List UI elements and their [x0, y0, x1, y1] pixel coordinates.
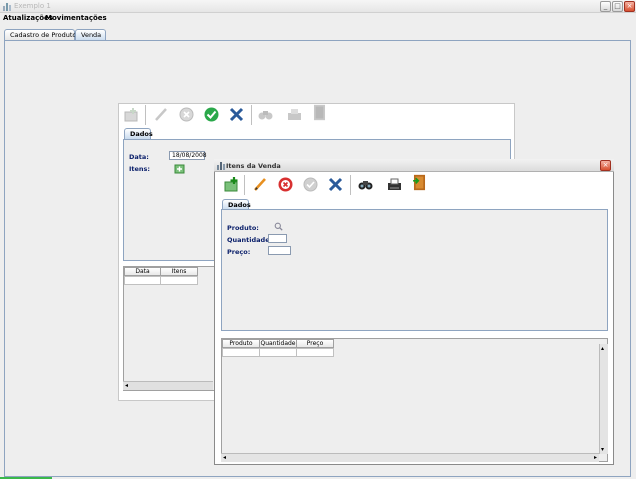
itens-horizontal-scrollbar[interactable]: ◂ ▸: [221, 453, 599, 462]
scroll-left-icon[interactable]: ◂: [125, 382, 128, 389]
toolbar-separator: [350, 175, 351, 195]
itens-label: Itens:: [129, 165, 151, 173]
itens-vertical-scrollbar[interactable]: ▴ ▾: [599, 344, 608, 454]
produto-label: Produto:: [227, 224, 259, 232]
itens-close-button[interactable]: ×: [600, 160, 611, 171]
maximize-button[interactable]: □: [612, 1, 623, 12]
venda-horizontal-scrollbar[interactable]: ◂: [123, 381, 213, 390]
table-row[interactable]: [222, 348, 260, 357]
print-icon[interactable]: [286, 106, 303, 123]
delete-icon[interactable]: [327, 176, 344, 193]
close-button[interactable]: ×: [624, 1, 635, 12]
itens-venda-titlebar: Itens da Venda ×: [214, 159, 614, 172]
confirm-icon[interactable]: [203, 106, 220, 123]
data-field[interactable]: 18/08/2008: [169, 151, 207, 160]
edit-icon[interactable]: [252, 176, 269, 193]
scroll-left-icon[interactable]: ◂: [223, 454, 226, 461]
table-row[interactable]: [296, 348, 334, 357]
tab-dados[interactable]: Dados: [124, 128, 153, 139]
new-icon[interactable]: [223, 176, 240, 193]
app-icon: [3, 3, 11, 11]
column-header-preco[interactable]: Preço: [296, 339, 334, 348]
edit-icon[interactable]: [153, 106, 170, 123]
toolbar-separator: [145, 105, 146, 125]
toolbar-separator: [251, 105, 252, 125]
itens-table: Produto Quantidade Preço: [221, 338, 608, 462]
delete-icon[interactable]: [228, 106, 245, 123]
print-icon[interactable]: [386, 176, 403, 193]
menu-bar: Atualizações Movimentações: [0, 13, 636, 24]
confirm-icon[interactable]: [302, 176, 319, 193]
new-icon[interactable]: [123, 106, 140, 123]
search-icon[interactable]: [274, 222, 283, 231]
column-header-quantidade[interactable]: Quantidade: [259, 339, 297, 348]
window-titlebar: Exemplo 1 _ □ ×: [0, 0, 636, 13]
scroll-up-icon[interactable]: ▴: [601, 345, 604, 352]
minimize-icon: _: [603, 2, 608, 10]
preco-field[interactable]: [268, 246, 291, 255]
maximize-icon: □: [614, 2, 621, 10]
menu-movimentacoes[interactable]: Movimentações: [45, 14, 107, 22]
cancel-icon[interactable]: [178, 106, 195, 123]
exit-icon[interactable]: [411, 174, 428, 191]
window-title: Exemplo 1: [14, 2, 51, 10]
quantidade-field[interactable]: [268, 234, 287, 243]
scroll-down-icon[interactable]: ▾: [601, 446, 604, 453]
column-header-data[interactable]: Data: [124, 267, 161, 276]
toolbar-separator: [244, 175, 245, 195]
close-icon: ×: [602, 161, 609, 169]
table-row[interactable]: [160, 276, 198, 285]
itens-venda-title: Itens da Venda: [226, 162, 281, 170]
close-icon: ×: [626, 2, 633, 10]
minimize-button[interactable]: _: [600, 1, 611, 12]
preco-label: Preço:: [227, 248, 251, 256]
cancel-icon[interactable]: [277, 176, 294, 193]
table-row[interactable]: [259, 348, 297, 357]
search-binoculars-icon[interactable]: [357, 176, 374, 193]
column-header-itens[interactable]: Itens: [160, 267, 198, 276]
scroll-right-icon[interactable]: ▸: [594, 454, 597, 461]
add-item-icon[interactable]: [174, 163, 185, 174]
window-icon: [217, 162, 225, 170]
table-row[interactable]: [124, 276, 161, 285]
data-label: Data:: [129, 153, 149, 161]
quantidade-label: Quantidade:: [227, 236, 273, 244]
exit-icon[interactable]: [311, 104, 328, 121]
column-header-produto[interactable]: Produto: [222, 339, 260, 348]
search-binoculars-icon[interactable]: [257, 106, 274, 123]
